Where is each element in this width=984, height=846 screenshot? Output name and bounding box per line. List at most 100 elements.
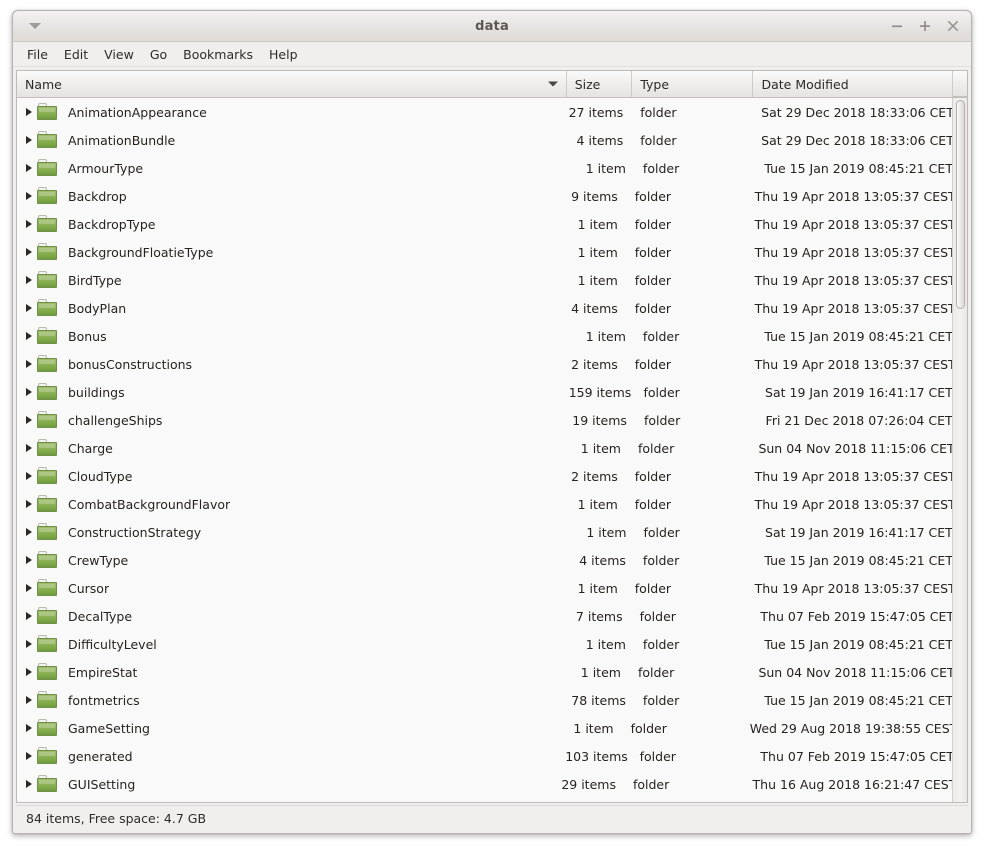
expander-triangle-icon[interactable]: [21, 752, 37, 760]
file-name-cell[interactable]: Cursor: [17, 579, 561, 597]
maximize-button[interactable]: [917, 18, 933, 34]
table-row[interactable]: AnimationBundle 4 items folder Sat 29 Dec 2…: [17, 126, 952, 154]
file-name-cell[interactable]: GUISetting: [17, 775, 559, 793]
file-name-cell[interactable]: GameSetting: [17, 719, 557, 737]
file-name-label: Backdrop: [68, 188, 127, 204]
table-row[interactable]: Charge 1 item folder Sun 04 Nov 2018 11:15:…: [17, 434, 952, 462]
file-name-cell[interactable]: BackdropType: [17, 215, 561, 233]
expander-triangle-icon[interactable]: [21, 360, 37, 368]
file-name-cell[interactable]: DecalType: [17, 607, 565, 625]
expander-triangle-icon[interactable]: [21, 780, 37, 788]
table-row[interactable]: BackdropType 1 item folder Thu 19 Apr 2018 …: [17, 210, 952, 238]
table-row[interactable]: BodyPlan 4 items folder Thu 19 Apr 2018 13:…: [17, 294, 952, 322]
vertical-scrollbar-thumb[interactable]: [956, 100, 965, 309]
expander-triangle-icon[interactable]: [21, 612, 37, 620]
file-date-cell: Fri 21 Dec 2018 07:26:04 CET: [765, 412, 952, 428]
file-name-cell[interactable]: challengeShips: [17, 411, 569, 429]
table-row[interactable]: BackgroundFloatieType 1 item folder Thu 19 …: [17, 238, 952, 266]
table-row[interactable]: EmpireStat 1 item folder Sun 04 Nov 2018 11…: [17, 658, 952, 686]
expander-triangle-icon[interactable]: [21, 472, 37, 480]
menu-item-view[interactable]: View: [96, 45, 142, 64]
table-row[interactable]: buildings 159 items folder Sat 19 Jan 2019 …: [17, 378, 952, 406]
menu-item-go[interactable]: Go: [142, 45, 175, 64]
expander-triangle-icon[interactable]: [21, 248, 37, 256]
column-header-name[interactable]: Name: [17, 71, 567, 97]
folder-icon: [37, 187, 59, 205]
file-name-cell[interactable]: CrewType: [17, 551, 568, 569]
table-row[interactable]: Bonus 1 item folder Tue 15 Jan 2019 08:45:2…: [17, 322, 952, 350]
table-row[interactable]: ArmourType 1 item folder Tue 15 Jan 2019 08…: [17, 154, 952, 182]
file-name-cell[interactable]: generated: [17, 747, 565, 765]
expander-triangle-icon[interactable]: [21, 192, 37, 200]
minimize-button[interactable]: [889, 18, 905, 34]
table-row[interactable]: fontmetrics 78 items folder Tue 15 Jan 2019…: [17, 686, 952, 714]
file-name-cell[interactable]: AnimationBundle: [17, 131, 566, 149]
table-row[interactable]: ConstructionStrategy 1 item folder Sat 19 J…: [17, 518, 952, 546]
expander-triangle-icon[interactable]: [21, 164, 37, 172]
title-bar[interactable]: data: [13, 11, 971, 42]
expander-triangle-icon[interactable]: [21, 584, 37, 592]
table-row[interactable]: BirdType 1 item folder Thu 19 Apr 2018 13:0…: [17, 266, 952, 294]
expander-triangle-icon[interactable]: [21, 444, 37, 452]
table-row[interactable]: challengeShips 19 items folder Fri 21 Dec 2…: [17, 406, 952, 434]
table-row[interactable]: CloudType 2 items folder Thu 19 Apr 2018 13…: [17, 462, 952, 490]
file-name-cell[interactable]: bonusConstructions: [17, 355, 561, 373]
file-name-cell[interactable]: DifficultyLevel: [17, 635, 568, 653]
table-row[interactable]: Cursor 1 item folder Thu 19 Apr 2018 13:05:…: [17, 574, 952, 602]
expander-triangle-icon[interactable]: [21, 640, 37, 648]
menu-item-help[interactable]: Help: [261, 45, 306, 64]
file-type-cell: folder: [640, 132, 677, 148]
file-name-cell[interactable]: Bonus: [17, 327, 568, 345]
expander-triangle-icon[interactable]: [21, 500, 37, 508]
expander-triangle-icon[interactable]: [21, 276, 37, 284]
file-name-cell[interactable]: BodyPlan: [17, 299, 561, 317]
file-name-cell[interactable]: BirdType: [17, 271, 561, 289]
table-row[interactable]: AnimationAppearance 27 items folder Sat 29 …: [17, 98, 952, 126]
expander-triangle-icon[interactable]: [21, 696, 37, 704]
expander-triangle-icon[interactable]: [21, 136, 37, 144]
table-row[interactable]: generated 103 items folder Thu 07 Feb 2019 …: [17, 742, 952, 770]
expander-triangle-icon[interactable]: [21, 556, 37, 564]
menu-item-file[interactable]: File: [19, 45, 56, 64]
file-name-cell[interactable]: CombatBackgroundFlavor: [17, 495, 561, 513]
expander-triangle-icon[interactable]: [21, 388, 37, 396]
expander-triangle-icon[interactable]: [21, 304, 37, 312]
expander-triangle-icon[interactable]: [21, 416, 37, 424]
file-name-cell[interactable]: Charge: [17, 439, 564, 457]
table-row[interactable]: DifficultyLevel 1 item folder Tue 15 Jan 20…: [17, 630, 952, 658]
file-name-label: CloudType: [68, 468, 133, 484]
table-row[interactable]: GameSetting 1 item folder Wed 29 Aug 2018 1…: [17, 714, 952, 742]
expander-triangle-icon[interactable]: [21, 528, 37, 536]
file-name-cell[interactable]: AnimationAppearance: [17, 103, 566, 121]
file-date-cell: Sun 04 Nov 2018 11:15:06 CET: [758, 440, 952, 456]
file-name-cell[interactable]: ConstructionStrategy: [17, 523, 569, 541]
table-row[interactable]: CrewType 4 items folder Tue 15 Jan 2019 08:…: [17, 546, 952, 574]
file-name-cell[interactable]: fontmetrics: [17, 691, 568, 709]
file-name-cell[interactable]: EmpireStat: [17, 663, 564, 681]
file-name-cell[interactable]: buildings: [17, 383, 569, 401]
column-header-date-modified[interactable]: Date Modified: [753, 71, 952, 97]
expander-triangle-icon[interactable]: [21, 108, 37, 116]
close-button[interactable]: [945, 18, 961, 34]
file-name-label: buildings: [68, 384, 125, 400]
file-name-label: BackgroundFloatieType: [68, 244, 214, 260]
table-row[interactable]: DecalType 7 items folder Thu 07 Feb 2019 15…: [17, 602, 952, 630]
table-row[interactable]: bonusConstructions 2 items folder Thu 19 Ap…: [17, 350, 952, 378]
expander-triangle-icon[interactable]: [21, 220, 37, 228]
expander-triangle-icon[interactable]: [21, 332, 37, 340]
file-name-cell[interactable]: CloudType: [17, 467, 561, 485]
menu-item-edit[interactable]: Edit: [56, 45, 96, 64]
vertical-scrollbar[interactable]: [952, 98, 967, 802]
file-name-cell[interactable]: BackgroundFloatieType: [17, 243, 561, 261]
expander-triangle-icon[interactable]: [21, 668, 37, 676]
expander-triangle-icon[interactable]: [21, 724, 37, 732]
table-row[interactable]: GUISetting 29 items folder Thu 16 Aug 2018 …: [17, 770, 952, 798]
menu-item-bookmarks[interactable]: Bookmarks: [175, 45, 261, 64]
table-row[interactable]: CombatBackgroundFlavor 1 item folder Thu 19…: [17, 490, 952, 518]
table-row[interactable]: Backdrop 9 items folder Thu 19 Apr 2018 13:…: [17, 182, 952, 210]
file-name-cell[interactable]: Backdrop: [17, 187, 561, 205]
column-header-size[interactable]: Size: [567, 71, 633, 97]
file-name-cell[interactable]: ArmourType: [17, 159, 568, 177]
column-header-type[interactable]: Type: [632, 71, 754, 97]
file-type-cell: folder: [642, 636, 680, 652]
